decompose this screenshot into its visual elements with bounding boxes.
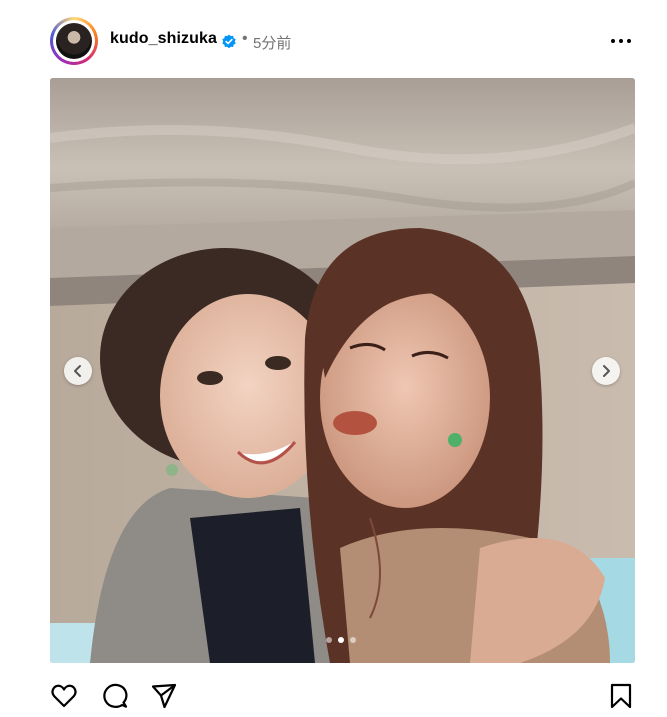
comment-icon[interactable] [101, 682, 129, 710]
separator-dot: • [242, 30, 248, 47]
photo-content [50, 78, 635, 663]
chevron-right-icon [603, 365, 610, 377]
carousel-next-button[interactable] [592, 357, 620, 385]
username-link[interactable]: kudo_shizuka [110, 30, 217, 48]
avatar[interactable] [50, 17, 98, 65]
post-photo[interactable] [50, 78, 635, 663]
action-bar [0, 670, 667, 717]
carousel-prev-button[interactable] [64, 357, 92, 385]
chevron-left-icon [74, 365, 81, 377]
heart-icon[interactable] [50, 682, 78, 710]
carousel-dot-active [338, 637, 344, 643]
carousel-dot [326, 637, 332, 643]
send-icon[interactable] [150, 682, 178, 710]
post-header: kudo_shizuka • 5分前 [0, 0, 667, 80]
carousel-dot [350, 637, 356, 643]
avatar-image [56, 23, 92, 59]
avatar-frame [53, 20, 95, 62]
bookmark-icon[interactable] [607, 682, 635, 710]
more-options-icon[interactable] [608, 31, 634, 51]
post-timestamp[interactable]: 5分前 [253, 32, 291, 53]
verified-badge-icon [222, 34, 236, 49]
